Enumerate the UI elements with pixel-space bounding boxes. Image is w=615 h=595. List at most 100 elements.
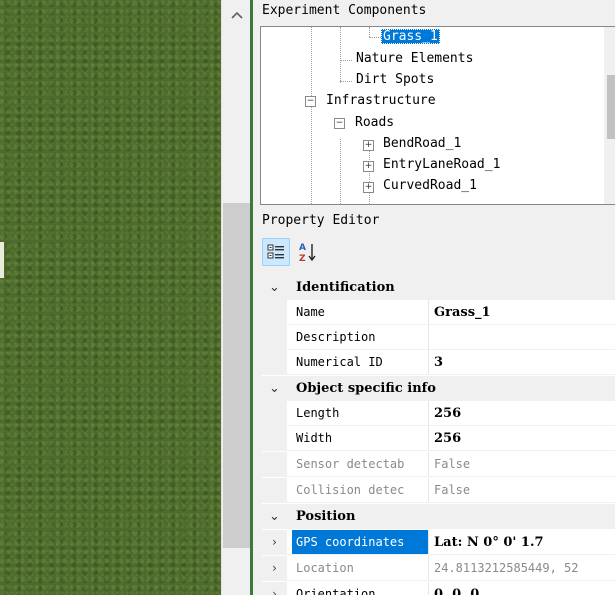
property-label: Numerical ID xyxy=(296,355,383,369)
property-value: False xyxy=(434,483,471,497)
category-label: Object specific info xyxy=(296,381,436,396)
scroll-up-arrow-icon[interactable] xyxy=(222,0,251,30)
side-panel: Experiment Components Grass_1 Nature Ele… xyxy=(253,0,615,595)
row-divider xyxy=(287,502,615,503)
tree-item-grass-1[interactable]: Grass_1 xyxy=(381,27,440,47)
tree-guide-line xyxy=(369,147,370,204)
scrollbar-thumb[interactable] xyxy=(223,203,250,548)
scrollbar-thumb[interactable] xyxy=(607,75,615,139)
row-gutter xyxy=(262,300,287,325)
tree-item-curvedroad-1[interactable]: CurvedRoad_1 xyxy=(381,176,479,196)
tree-item-entrylaneroad-1[interactable]: EntryLaneRoad_1 xyxy=(381,155,502,175)
property-row-width[interactable]: Width 256 xyxy=(262,426,615,451)
property-value[interactable]: 256 xyxy=(434,401,461,426)
property-label: Orientation xyxy=(296,587,376,595)
property-label: Sensor detectab xyxy=(296,457,405,471)
column-divider[interactable] xyxy=(428,300,429,325)
tree-guide-line xyxy=(340,81,352,82)
property-row-length[interactable]: Length 256 xyxy=(262,401,615,426)
expand-icon[interactable]: + xyxy=(363,140,374,151)
tree-guide-line xyxy=(340,139,341,204)
row-divider xyxy=(287,450,615,451)
row-gutter xyxy=(262,350,287,375)
property-label: Width xyxy=(296,431,333,445)
tree-item-dirt-spots[interactable]: Dirt Spots xyxy=(354,70,436,90)
tree-item-roads[interactable]: Roads xyxy=(353,113,396,133)
column-divider[interactable] xyxy=(428,401,429,426)
tree-item-label: EntryLaneRoad_1 xyxy=(383,157,501,172)
category-object-specific-info[interactable]: ⌄ Object specific info xyxy=(262,376,615,401)
column-divider[interactable] xyxy=(428,582,429,595)
viewport-vertical-scrollbar[interactable] xyxy=(221,0,251,595)
column-divider[interactable] xyxy=(428,452,429,477)
property-row-numerical-id[interactable]: Numerical ID 3 xyxy=(262,350,615,375)
components-tree[interactable]: Grass_1 Nature Elements Dirt Spots − Inf… xyxy=(260,26,615,205)
alphabetical-sort-button[interactable]: A Z xyxy=(294,238,322,266)
property-row-gps-coordinates[interactable]: › GPS coordinates Lat: N 0° 0' 1.7 xyxy=(262,530,615,555)
column-divider[interactable] xyxy=(428,556,429,581)
property-row-name[interactable]: Name Grass_1 xyxy=(262,300,615,325)
components-title: Experiment Components xyxy=(262,3,427,18)
expand-chevron-icon[interactable]: › xyxy=(262,582,287,595)
tree-item-label: Nature Elements xyxy=(356,51,474,66)
property-label: Description xyxy=(296,330,376,344)
tree-guide-line xyxy=(369,37,381,38)
collapse-chevron-icon[interactable]: ⌄ xyxy=(262,376,287,401)
property-label: Name xyxy=(296,305,325,319)
property-value[interactable]: 0, 0, 0 xyxy=(434,582,479,595)
category-label: Identification xyxy=(296,280,395,295)
tree-guide-line xyxy=(311,27,312,204)
alphabetical-sort-icon: A Z xyxy=(299,243,316,263)
property-label: GPS coordinates xyxy=(292,530,428,555)
column-divider[interactable] xyxy=(428,478,429,503)
row-divider xyxy=(287,554,615,555)
tree-item-label: Roads xyxy=(355,115,395,130)
property-label: Length xyxy=(296,406,340,420)
tree-item-label: BendRoad_1 xyxy=(383,136,462,151)
category-identification[interactable]: ⌄ Identification xyxy=(262,275,615,300)
property-row-orientation[interactable]: › Orientation 0, 0, 0 xyxy=(262,582,615,595)
property-value[interactable]: 3 xyxy=(434,350,443,375)
expand-chevron-icon[interactable]: › xyxy=(262,556,287,581)
row-gutter xyxy=(262,452,287,477)
collapse-icon[interactable]: − xyxy=(334,118,345,129)
tree-item-nature-elements[interactable]: Nature Elements xyxy=(354,49,475,69)
property-value[interactable]: 256 xyxy=(434,426,461,451)
collapse-chevron-icon[interactable]: ⌄ xyxy=(262,504,287,529)
property-value: False xyxy=(434,457,471,471)
expand-icon[interactable]: + xyxy=(363,161,374,172)
row-gutter xyxy=(262,401,287,426)
tree-item-label: CurvedRoad_1 xyxy=(383,178,477,193)
row-gutter xyxy=(262,478,287,503)
row-divider xyxy=(287,580,615,581)
collapse-chevron-icon[interactable]: ⌄ xyxy=(262,275,287,300)
column-divider[interactable] xyxy=(428,426,429,451)
category-position[interactable]: ⌄ Position xyxy=(262,504,615,529)
tree-vertical-scrollbar[interactable] xyxy=(604,27,615,204)
tree-item-infrastructure[interactable]: Infrastructure xyxy=(324,91,438,111)
property-editor-toolbar: A Z xyxy=(262,238,322,268)
property-label: Location xyxy=(296,561,354,575)
property-row-sensor-detectable[interactable]: Sensor detectab False xyxy=(262,452,615,477)
categorized-view-button[interactable] xyxy=(262,238,290,266)
column-divider[interactable] xyxy=(428,325,429,350)
property-value[interactable]: Lat: N 0° 0' 1.7 xyxy=(434,530,544,555)
tree-guide-line xyxy=(340,27,341,83)
property-grid[interactable]: ⌄ Identification Name Grass_1 Descriptio… xyxy=(262,275,615,595)
column-divider[interactable] xyxy=(428,530,429,555)
property-label: Collision detec xyxy=(296,483,405,497)
expand-chevron-icon[interactable]: › xyxy=(262,530,287,555)
svg-text:A: A xyxy=(299,243,306,253)
row-gutter xyxy=(262,426,287,451)
property-row-description[interactable]: Description xyxy=(262,325,615,350)
expand-icon[interactable]: + xyxy=(363,182,374,193)
tree-item-label: Grass_1 xyxy=(381,29,440,44)
tree-item-bendroad-1[interactable]: BendRoad_1 xyxy=(381,134,463,154)
column-divider[interactable] xyxy=(428,350,429,375)
property-value[interactable]: Grass_1 xyxy=(434,300,491,325)
collapse-icon[interactable]: − xyxy=(305,96,316,107)
scene-viewport[interactable] xyxy=(0,0,221,595)
property-row-location[interactable]: › Location 24.8113212585449, 52 xyxy=(262,556,615,581)
property-row-collision-detectable[interactable]: Collision detec False xyxy=(262,478,615,503)
property-value: 24.8113212585449, 52 xyxy=(434,561,579,575)
